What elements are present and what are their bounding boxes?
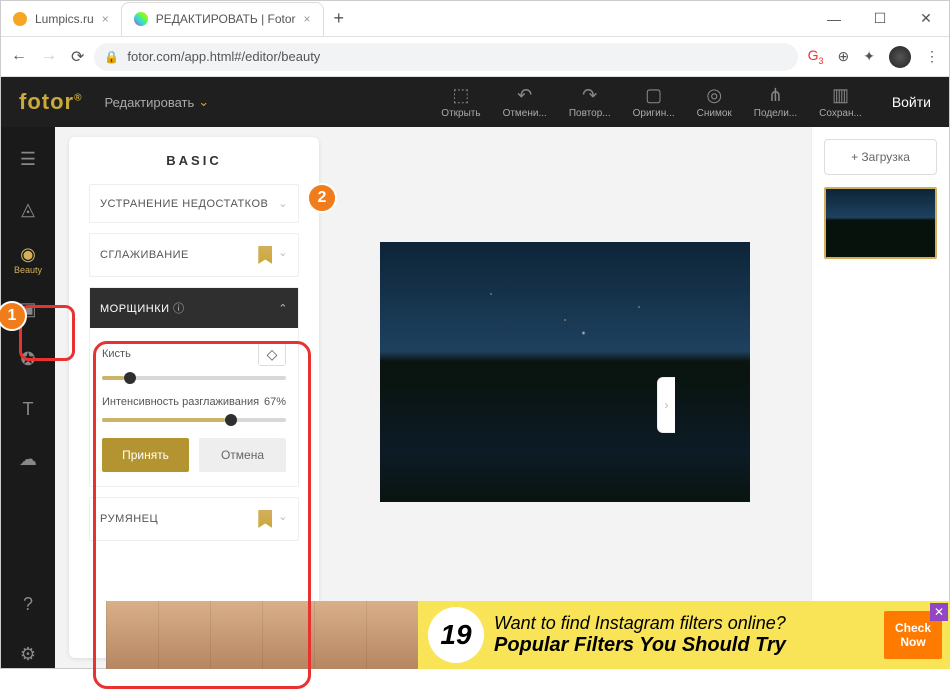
text-tool[interactable]: T [14,395,42,423]
help-button[interactable]: ? [14,590,42,618]
logo: fotor® [19,89,82,115]
window-minimize[interactable]: — [811,2,857,36]
chevron-up-icon: ⌃ [278,302,288,315]
ad-banner[interactable]: 19 Want to find Instagram filters online… [106,601,950,669]
cancel-button[interactable]: Отмена [199,438,286,472]
beauty-tool[interactable]: ◉ Beauty [14,245,42,273]
menu-icon[interactable]: ⋮ [925,48,939,65]
premium-ribbon-icon [258,510,272,528]
brush-size-slider[interactable] [102,376,286,380]
save-icon: ▥ [832,85,849,106]
accordion-blush[interactable]: РУМЯНЕЦ⌄ [89,497,299,541]
effects-tool[interactable]: ◬ [14,195,42,223]
extension-icon[interactable]: ⊕ [838,48,850,65]
adjust-tool[interactable]: ☰ [14,145,42,173]
back-button[interactable]: ← [11,47,27,67]
accordion-wrinkles[interactable]: МОРЩИНКИ ⓘ⌃ Кисть ◇ Интенсивность разгла… [89,287,299,487]
ad-text: Want to find Instagram filters online? P… [494,613,786,657]
image-icon: ▢ [645,85,662,106]
forward-button[interactable]: → [41,47,57,67]
drawer-collapse[interactable]: › [657,377,675,433]
share-icon: ⋔ [768,85,783,106]
open-button[interactable]: ⬚Открыть [441,85,480,119]
login-button[interactable]: Войти [892,94,931,110]
undo-icon: ↶ [517,85,532,106]
eraser-button[interactable]: ◇ [258,342,286,366]
close-icon[interactable]: × [102,12,109,26]
settings-button[interactable]: ⚙ [14,640,42,668]
extension-puzzle-icon[interactable]: ✦ [863,48,875,65]
accept-button[interactable]: Принять [102,438,189,472]
accordion-blemish[interactable]: УСТРАНЕНИЕ НЕДОСТАТКОВ⌄ [89,184,299,223]
chevron-down-icon: ⌄ [278,246,288,264]
cloud-tool[interactable]: ☁ [14,445,42,473]
thumbnail[interactable] [824,187,937,259]
ad-number: 19 [428,607,484,663]
accordion-smooth[interactable]: СГЛАЖИВАНИЕ⌄ [89,233,299,277]
intensity-slider[interactable] [102,418,286,422]
browser-tab[interactable]: Lumpics.ru × [1,2,121,36]
callout-1: 1 [0,301,27,331]
camera-icon: ◎ [706,85,722,106]
help-icon[interactable]: ⓘ [173,303,185,315]
save-button[interactable]: ▥Сохран... [819,85,862,119]
eye-icon: ◉ [20,244,36,265]
premium-ribbon-icon [258,246,272,264]
edit-dropdown[interactable]: Редактировать⌄ [104,94,209,110]
canvas-image[interactable] [380,242,750,502]
favicon-dot [13,12,27,26]
reload-button[interactable]: ⟳ [71,47,84,67]
browser-tab-active[interactable]: РЕДАКТИРОВАТЬ | Fotor × [121,2,324,36]
intensity-label: Интенсивность разглаживания [102,396,259,408]
redo-icon: ↷ [582,85,597,106]
profile-avatar[interactable] [889,46,911,68]
brush-label: Кисть [102,348,131,360]
undo-button[interactable]: ↶Отмени... [503,85,547,119]
upload-button[interactable]: + Загрузка [824,139,937,175]
intensity-value: 67% [264,396,286,408]
extension-icon[interactable]: G3 [808,47,824,66]
open-icon: ⬚ [452,85,469,106]
snapshot-button[interactable]: ◎Снимок [697,85,732,119]
lock-icon: 🔒 [104,50,119,64]
address-bar[interactable]: 🔒 fotor.com/app.html#/editor/beauty [94,43,797,71]
panel-title: BASIC [69,137,319,184]
chevron-down-icon: ⌄ [278,197,288,210]
share-button[interactable]: ⋔Подели... [754,85,797,119]
window-close[interactable]: ✕ [903,2,949,36]
favicon-dot [134,12,148,26]
callout-2: 2 [307,183,337,213]
url-text: fotor.com/app.html#/editor/beauty [127,49,320,64]
tab-title: РЕДАКТИРОВАТЬ | Fotor [156,12,296,26]
window-maximize[interactable]: ☐ [857,2,903,36]
redo-button[interactable]: ↷Повтор... [569,85,611,119]
ad-close-button[interactable]: ✕ [930,603,948,621]
chevron-down-icon: ⌄ [278,510,288,528]
chevron-down-icon: ⌄ [198,94,209,110]
original-button[interactable]: ▢Оригин... [633,85,675,119]
new-tab-button[interactable]: + [324,8,355,29]
tab-title: Lumpics.ru [35,12,94,26]
close-icon[interactable]: × [304,12,311,26]
